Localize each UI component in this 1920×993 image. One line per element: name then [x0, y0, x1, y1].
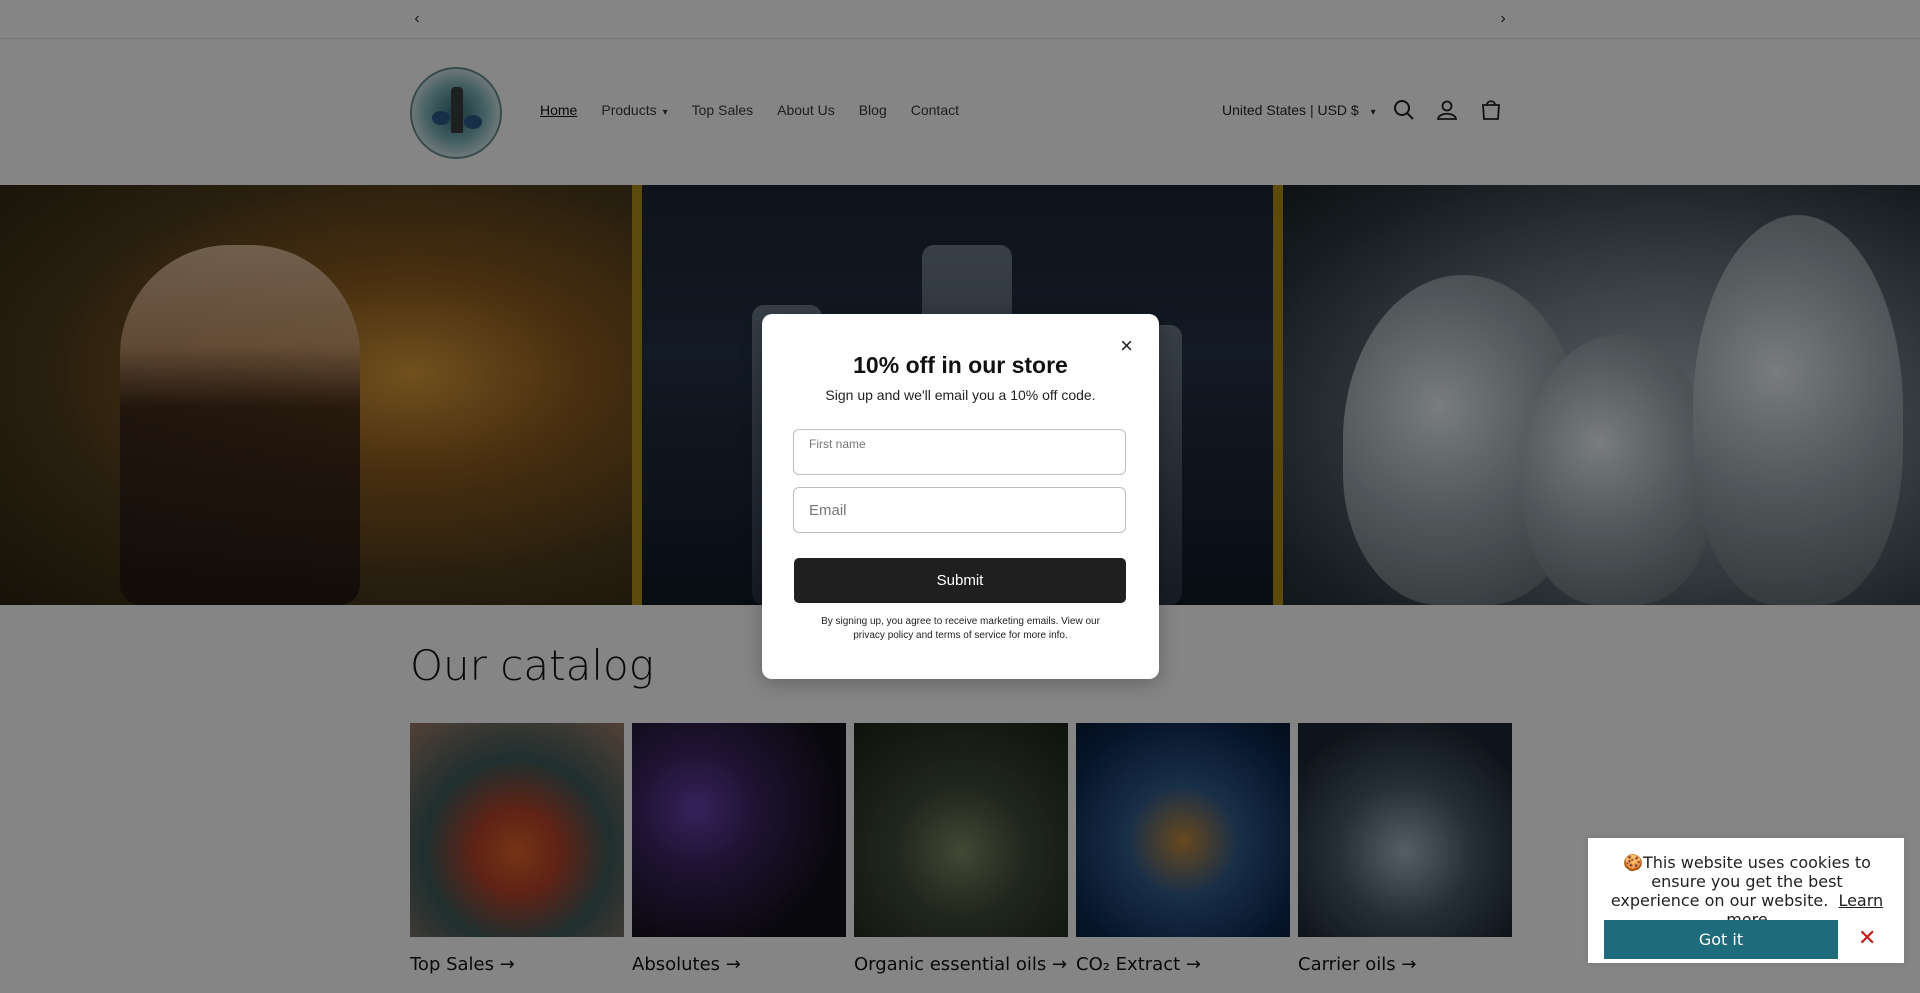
email-field[interactable]: Email	[793, 487, 1126, 533]
popup-subtitle: Sign up and we'll email you a 10% off co…	[825, 387, 1096, 403]
dismiss-cookie-icon[interactable]: ✕	[1858, 926, 1876, 951]
cookie-banner: 🍪This website uses cookies to ensure you…	[1588, 838, 1904, 963]
newsletter-popup: × 10% off in our store Sign up and we'll…	[762, 314, 1159, 679]
submit-button[interactable]: Submit	[794, 558, 1126, 603]
email-placeholder: Email	[809, 502, 847, 519]
popup-title: 10% off in our store	[853, 352, 1068, 378]
popup-legal-text: By signing up, you agree to receive mark…	[821, 616, 1100, 641]
first-name-field[interactable]: First name	[793, 429, 1126, 475]
cookie-message-text: This website uses cookies to ensure you …	[1610, 853, 1871, 910]
accept-cookies-button[interactable]: Got it	[1604, 920, 1838, 959]
cookie-emoji-icon: 🍪	[1623, 853, 1643, 872]
cookie-message: 🍪This website uses cookies to ensure you…	[1606, 853, 1888, 929]
first-name-placeholder: First name	[809, 437, 866, 451]
